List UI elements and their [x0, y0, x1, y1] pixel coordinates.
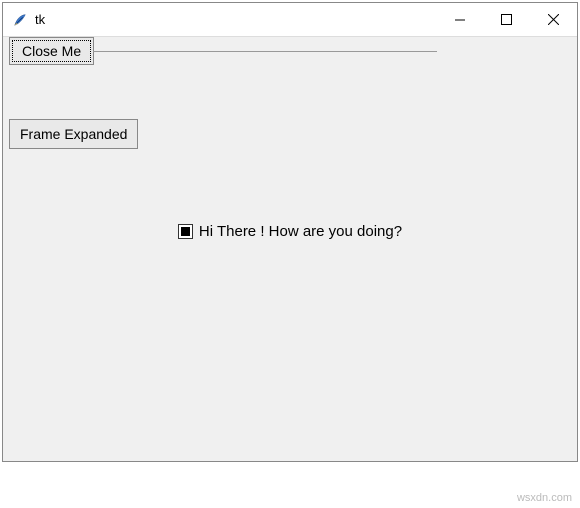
minimize-button[interactable] [437, 3, 483, 36]
checkbox-label: Hi There ! How are you doing? [199, 223, 402, 240]
separator [93, 51, 437, 52]
checkbox-box-icon[interactable] [178, 224, 193, 239]
app-window: tk Close Me Frame Expanded [2, 2, 578, 462]
frame-expanded-button[interactable]: Frame Expanded [9, 119, 138, 149]
maximize-button[interactable] [483, 3, 529, 36]
window-close-button[interactable] [529, 3, 577, 36]
client-area: Close Me Frame Expanded Hi There ! How a… [3, 37, 577, 461]
greeting-checkbox[interactable]: Hi There ! How are you doing? [3, 223, 577, 240]
checkbox-tristate-fill [181, 227, 190, 236]
app-feather-icon [11, 11, 29, 29]
window-title: tk [35, 12, 437, 27]
close-me-button[interactable]: Close Me [9, 37, 94, 65]
watermark: wsxdn.com [517, 492, 572, 504]
window-controls [437, 3, 577, 36]
titlebar[interactable]: tk [3, 3, 577, 37]
